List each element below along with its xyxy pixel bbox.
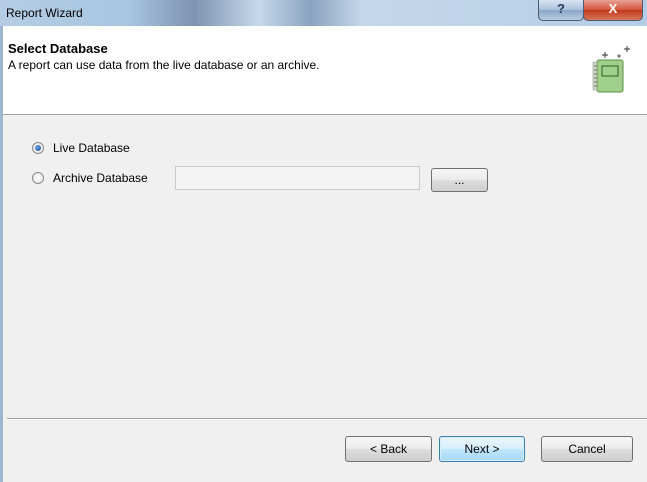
live-database-option[interactable]: Live Database: [32, 139, 130, 157]
page-description: A report can use data from the live data…: [8, 58, 320, 72]
archive-database-option[interactable]: Archive Database: [32, 169, 148, 187]
window-title: Report Wizard: [6, 6, 83, 20]
browse-button[interactable]: ...: [431, 168, 488, 192]
live-database-label[interactable]: Live Database: [53, 141, 130, 155]
back-button[interactable]: < Back: [345, 436, 432, 462]
title-bar: Report Wizard ? X: [0, 0, 647, 26]
live-database-radio[interactable]: [32, 142, 44, 154]
cancel-button[interactable]: Cancel: [541, 436, 633, 462]
page-title: Select Database: [8, 41, 108, 56]
help-button[interactable]: ?: [538, 0, 584, 21]
archive-path-field[interactable]: [175, 166, 420, 190]
archive-database-label[interactable]: Archive Database: [53, 171, 148, 185]
wizard-header: Select Database A report can use data fr…: [0, 26, 647, 115]
next-button[interactable]: Next >: [439, 436, 525, 462]
window-border: [0, 26, 3, 482]
archive-database-radio[interactable]: [32, 172, 44, 184]
footer-divider: [7, 418, 647, 420]
close-button[interactable]: X: [583, 0, 643, 21]
wizard-report-icon: [592, 46, 630, 93]
